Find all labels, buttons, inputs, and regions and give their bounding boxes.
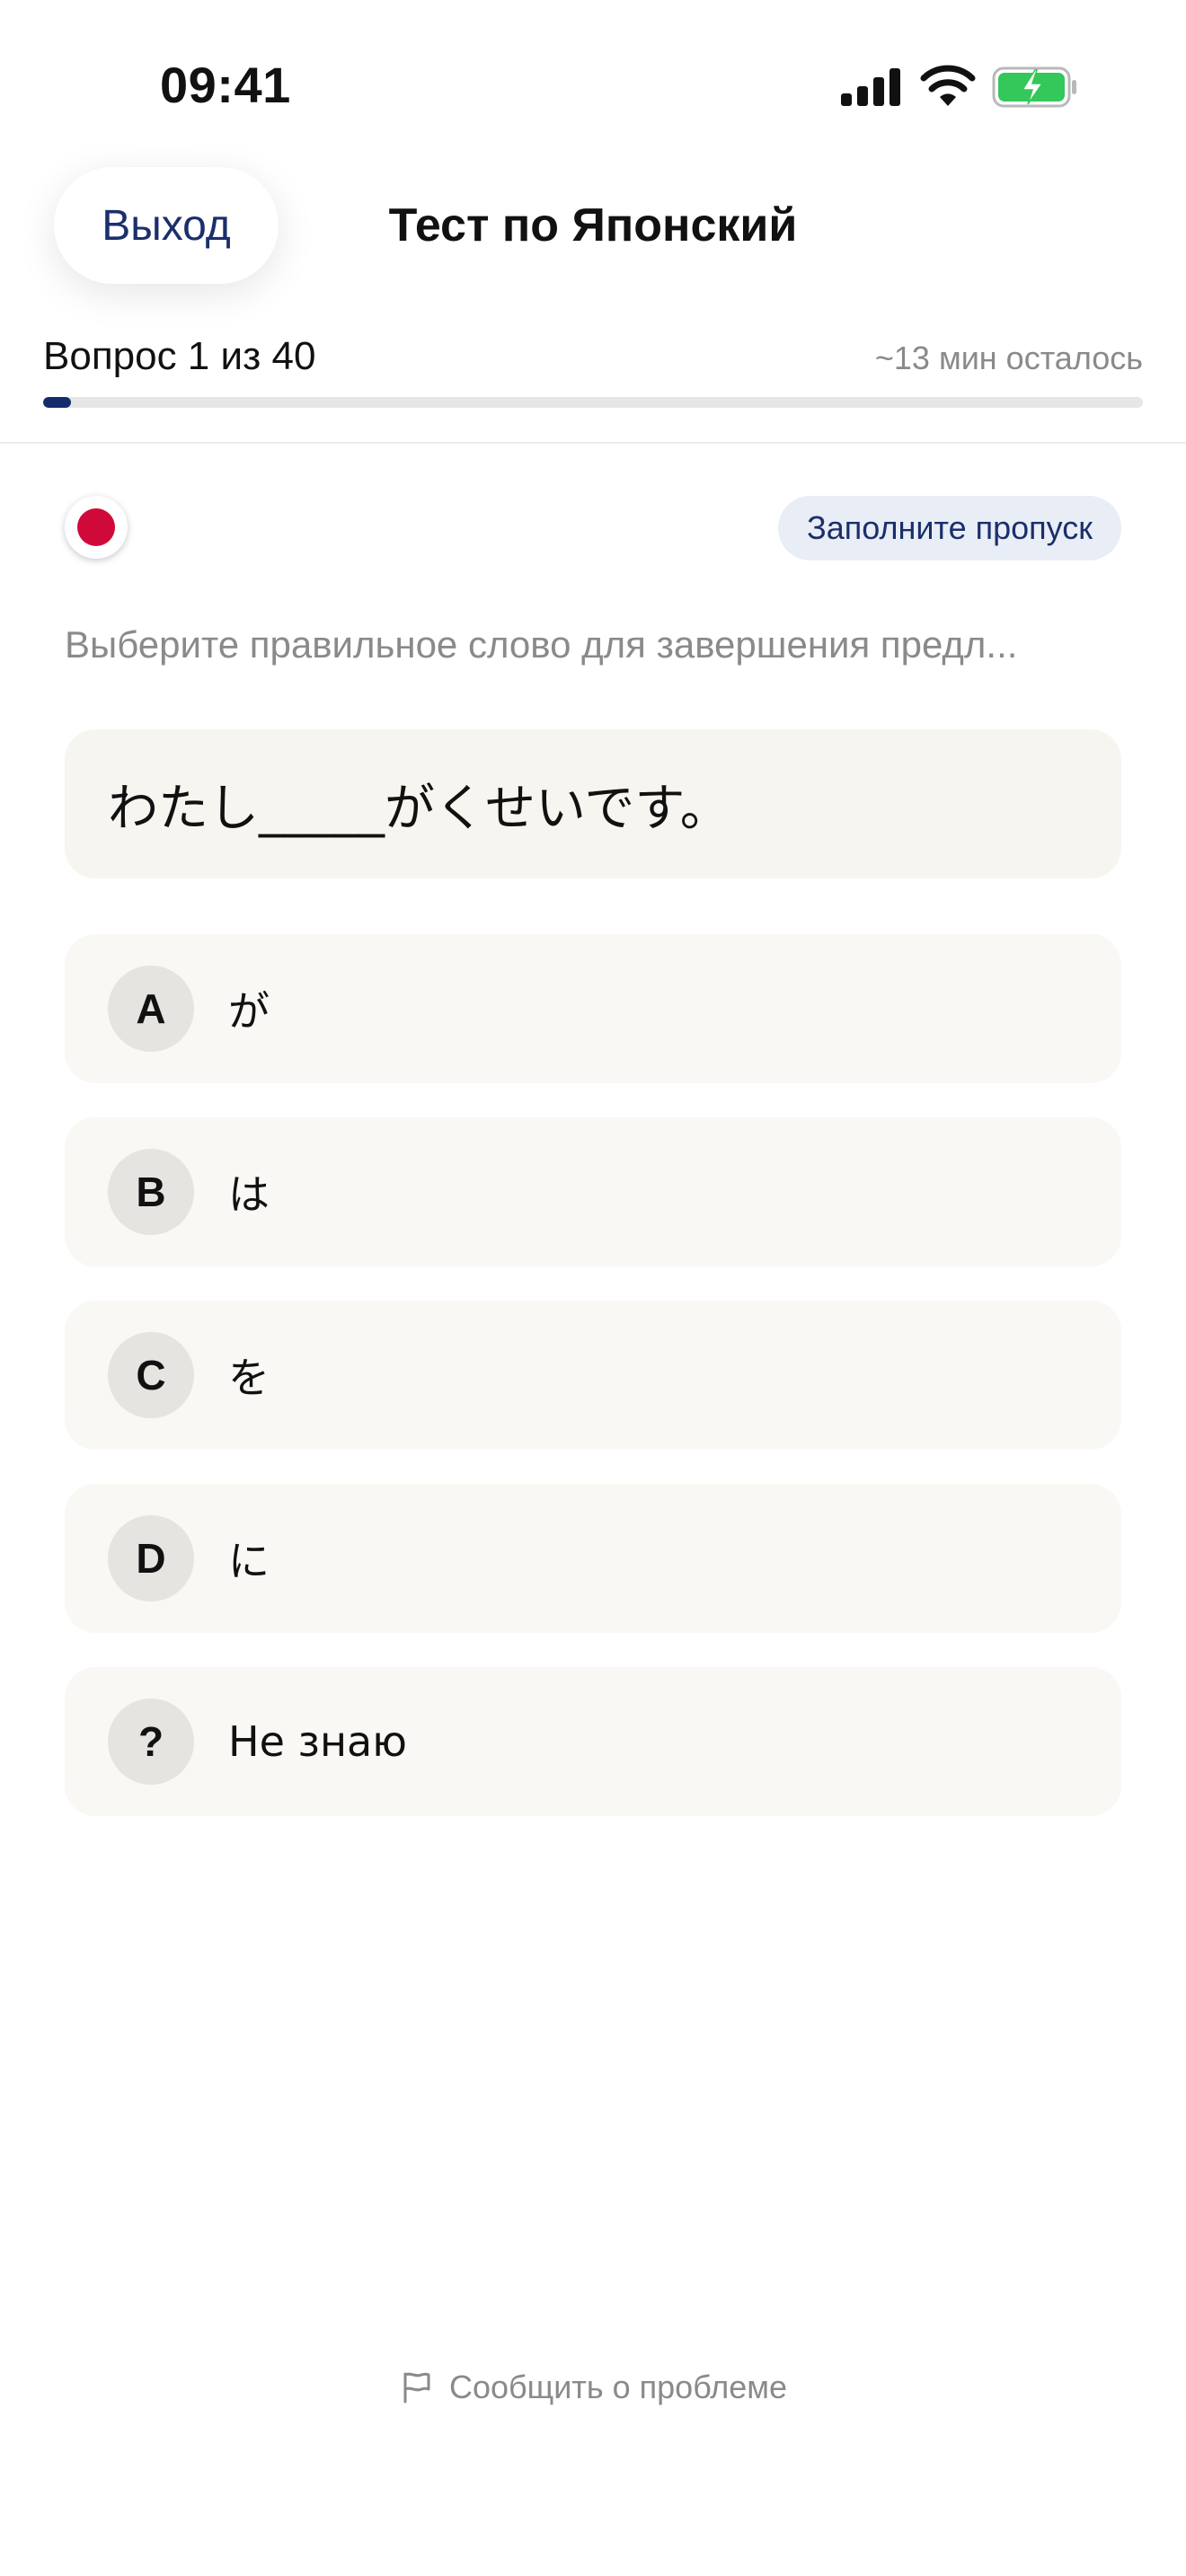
report-problem-link[interactable]: Сообщить о проблеме (0, 2360, 1186, 2414)
option-text: を (228, 1354, 270, 1402)
wifi-icon (920, 65, 976, 106)
page-title: Тест по Японский (388, 199, 798, 251)
status-bar: 09:41 (0, 0, 1186, 162)
option-text: に (228, 1537, 270, 1585)
answer-option-c[interactable]: C を (65, 1301, 1121, 1450)
question-sentence-card: わたし_____がくせいです。 (65, 729, 1121, 878)
answer-option-b[interactable]: B は (65, 1117, 1121, 1266)
option-key-badge: A (108, 966, 194, 1052)
option-text: Не знаю (228, 1717, 407, 1766)
answer-option-dont-know[interactable]: ? Не знаю (65, 1667, 1121, 1816)
question-sentence: わたし_____がくせいです。 (108, 779, 730, 838)
question-mark-icon: ? (108, 1698, 194, 1785)
option-text: が (228, 987, 270, 1036)
flag-outline-icon (403, 2372, 430, 2404)
question-type-badge: Заполните пропуск (778, 496, 1121, 560)
answer-options: A が B は C を D に ? Не знаю (65, 934, 1121, 1850)
cellular-signal-icon (841, 68, 900, 106)
japan-flag-icon (65, 496, 128, 559)
answer-option-a[interactable]: A が (65, 934, 1121, 1083)
progress-bar (43, 397, 1143, 408)
progress-bar-fill (43, 397, 71, 408)
answer-option-d[interactable]: D に (65, 1484, 1121, 1633)
question-counter: Вопрос 1 из 40 (43, 334, 316, 378)
option-key-badge: D (108, 1515, 194, 1601)
battery-charging-icon (992, 66, 1076, 108)
option-key-badge: C (108, 1332, 194, 1418)
status-time: 09:41 (160, 57, 291, 113)
flag-red-disc (77, 508, 115, 546)
option-text: は (228, 1170, 270, 1219)
quiz-screen: 09:41 Выход Тест по Японский Вопрос 1 из… (0, 0, 1186, 2576)
option-key-badge: B (108, 1149, 194, 1235)
divider (0, 442, 1186, 444)
question-instruction: Выберите правильное слово для завершения… (65, 623, 1018, 666)
exit-button[interactable]: Выход (54, 167, 279, 284)
report-problem-label: Сообщить о проблеме (449, 2369, 787, 2405)
time-remaining: ~13 мин осталось (874, 340, 1143, 376)
